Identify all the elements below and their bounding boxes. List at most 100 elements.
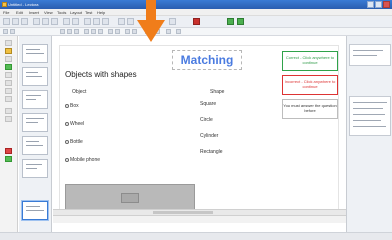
feedback-answer-required[interactable]: You must answer the question before — [282, 99, 338, 119]
numbering-icon[interactable] — [115, 29, 120, 34]
menu-test[interactable]: Test — [85, 10, 92, 15]
slide-thumbnail[interactable] — [22, 44, 48, 63]
zoom-icon[interactable] — [166, 29, 171, 34]
shape-option[interactable]: Rectangle — [200, 149, 223, 155]
video-tool-icon[interactable] — [5, 96, 12, 102]
font-icon[interactable] — [3, 29, 8, 34]
indent-icon[interactable] — [125, 29, 130, 34]
window-controls — [367, 1, 390, 8]
shape-option[interactable]: Cylinder — [200, 133, 218, 139]
object-option[interactable]: Wheel — [65, 121, 84, 127]
submit-area[interactable] — [65, 184, 195, 210]
underline-icon[interactable] — [74, 29, 79, 34]
save-icon[interactable] — [21, 18, 28, 25]
object-option[interactable]: Mobile phone — [65, 157, 100, 163]
shape-icon[interactable] — [118, 18, 125, 25]
button-tool-icon[interactable] — [5, 64, 12, 70]
object-column-header: Object — [72, 89, 87, 95]
slide-thumbnail[interactable] — [22, 90, 48, 109]
stop-icon[interactable] — [193, 18, 200, 25]
app-icon — [2, 2, 7, 7]
menu-layout[interactable]: Layout — [70, 10, 82, 15]
menu-tools[interactable]: Tools — [57, 10, 66, 15]
variable-tool-icon[interactable] — [5, 156, 12, 162]
shape-tool-icon[interactable] — [5, 72, 12, 78]
window-title: Untitled - Lectora — [8, 2, 39, 7]
object-toolbox — [0, 36, 18, 232]
bullets-icon[interactable] — [108, 29, 113, 34]
align-right-icon[interactable] — [98, 29, 103, 34]
new-icon[interactable] — [3, 18, 10, 25]
italic-icon[interactable] — [67, 29, 72, 34]
editor-canvas: Matching Objects with shapes Object Shap… — [53, 36, 346, 217]
menu-view[interactable]: View — [44, 10, 53, 15]
radio-icon[interactable] — [65, 104, 69, 108]
size-icon[interactable] — [10, 29, 15, 34]
slide-page: Matching Objects with shapes Object Shap… — [59, 45, 339, 217]
table-icon[interactable] — [102, 18, 109, 25]
copy-icon[interactable] — [42, 18, 49, 25]
line-tool-icon[interactable] — [5, 80, 12, 86]
shape-option[interactable]: Circle — [200, 117, 213, 123]
publish-icon[interactable] — [227, 18, 234, 25]
app-window: Untitled - Lectora File Edit Insert View… — [0, 0, 392, 240]
maximize-button[interactable] — [375, 1, 382, 8]
menu-bar: File Edit Insert View Tools Layout Test … — [0, 9, 392, 16]
shape-option[interactable]: Square — [200, 101, 216, 107]
menu-help[interactable]: Help — [97, 10, 105, 15]
radio-icon[interactable] — [65, 158, 69, 162]
menu-edit[interactable]: Edit — [16, 10, 23, 15]
align-center-icon[interactable] — [91, 29, 96, 34]
image-tool-icon[interactable] — [5, 56, 12, 62]
slide-thumbnail[interactable] — [22, 136, 48, 155]
notes-bar — [53, 215, 346, 223]
slide-thumbnail[interactable] — [22, 67, 48, 86]
paste-icon[interactable] — [51, 18, 58, 25]
properties-box[interactable] — [349, 44, 391, 66]
open-icon[interactable] — [12, 18, 19, 25]
shape-column-header: Shape — [210, 89, 225, 95]
status-bar — [0, 232, 392, 240]
radio-icon[interactable] — [65, 140, 69, 144]
undo-icon[interactable] — [63, 18, 70, 25]
align-left-icon[interactable] — [84, 29, 89, 34]
close-button[interactable] — [383, 1, 390, 8]
object-list[interactable] — [349, 96, 391, 136]
title-bar: Untitled - Lectora — [0, 0, 392, 9]
image-icon[interactable] — [84, 18, 91, 25]
format-toolbar — [0, 28, 392, 36]
main-toolbar — [0, 16, 392, 28]
properties-panel — [346, 36, 392, 232]
question-tool-icon[interactable] — [5, 108, 12, 114]
bold-icon[interactable] — [60, 29, 65, 34]
slide-title[interactable]: Matching — [172, 50, 242, 70]
slide-thumbnail[interactable] — [22, 113, 48, 132]
pointer-tool-icon[interactable] — [5, 40, 12, 46]
link-icon[interactable] — [127, 18, 134, 25]
text-tool-icon[interactable] — [5, 48, 12, 54]
slide-thumbnail-selected[interactable] — [22, 201, 48, 220]
run-icon[interactable] — [237, 18, 244, 25]
action-tool-icon[interactable] — [5, 148, 12, 154]
scroll-thumb[interactable] — [153, 211, 213, 214]
text-icon[interactable] — [93, 18, 100, 25]
preview-icon[interactable] — [169, 18, 176, 25]
pointer-arrow — [137, 0, 165, 42]
feedback-incorrect[interactable]: Incorrect - Click anywhere to continue — [282, 75, 338, 95]
radio-icon[interactable] — [65, 122, 69, 126]
test-tool-icon[interactable] — [5, 116, 12, 122]
menu-file[interactable]: File — [3, 10, 9, 15]
audio-tool-icon[interactable] — [5, 88, 12, 94]
menu-insert[interactable]: Insert — [29, 10, 39, 15]
submit-button[interactable] — [121, 193, 139, 203]
grid-icon[interactable] — [176, 29, 181, 34]
question-heading[interactable]: Objects with shapes — [65, 70, 137, 79]
minimize-button[interactable] — [367, 1, 374, 8]
feedback-correct[interactable]: Correct - Click anywhere to continue — [282, 51, 338, 71]
object-option[interactable]: Box — [65, 103, 79, 109]
object-option[interactable]: Bottle — [65, 139, 83, 145]
slide-thumbnail[interactable] — [22, 159, 48, 178]
cut-icon[interactable] — [33, 18, 40, 25]
redo-icon[interactable] — [72, 18, 79, 25]
title-explorer-panel — [19, 36, 52, 232]
